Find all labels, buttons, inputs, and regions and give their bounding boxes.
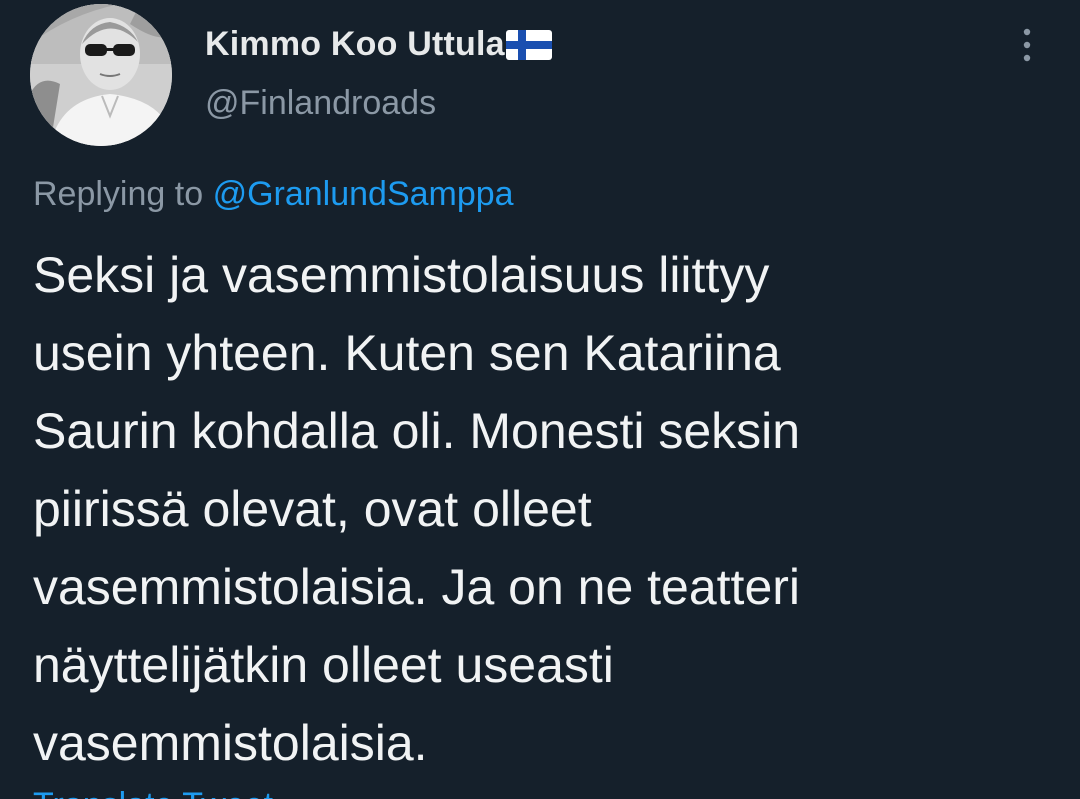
tweet: Kimmo Koo Uttula @Finlandroads Replying … — [0, 0, 1080, 799]
tweet-text-line: usein yhteen. Kuten sen Katariina — [33, 325, 781, 381]
author-handle[interactable]: @Finlandroads — [205, 84, 436, 123]
author-name-text: Kimmo Koo Uttula — [205, 25, 505, 63]
avatar-photo — [30, 4, 172, 146]
more-options-icon[interactable] — [1012, 26, 1042, 66]
replying-to-label: Replying to — [33, 175, 204, 213]
finland-flag-icon — [505, 29, 552, 60]
replying-to-mention[interactable]: @GranlundSamppa — [213, 175, 514, 213]
tweet-text-line: piirissä olevat, ovat olleet — [33, 481, 592, 537]
author-display-name[interactable]: Kimmo Koo Uttula — [205, 25, 552, 64]
tweet-text-line: näyttelijätkin olleet useasti — [33, 637, 614, 693]
tweet-text-line: vasemmistolaisia. Ja on ne teatteri — [33, 559, 801, 615]
avatar[interactable] — [30, 4, 172, 146]
tweet-text: Seksi ja vasemmistolaisuus liittyy usein… — [33, 236, 1043, 782]
tweet-text-line: Seksi ja vasemmistolaisuus liittyy — [33, 247, 770, 303]
tweet-text-line: vasemmistolaisia. — [33, 715, 428, 771]
translate-tweet-link[interactable]: Translate Tweet — [33, 786, 273, 799]
tweet-text-line: Saurin kohdalla oli. Monesti seksin — [33, 403, 801, 459]
replying-to: Replying to @GranlundSamppa — [33, 175, 514, 214]
